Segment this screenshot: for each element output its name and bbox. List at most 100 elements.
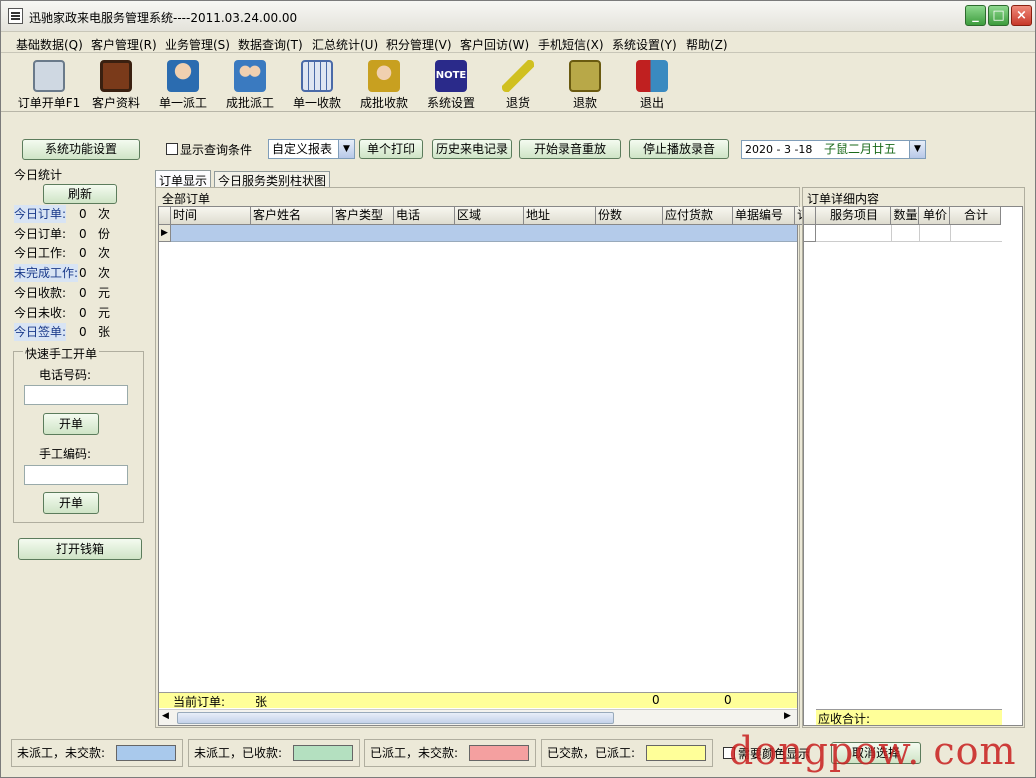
stat-label: 今日工作: <box>14 246 67 261</box>
open-order-button-phone[interactable]: 开单 <box>43 413 99 435</box>
code-input[interactable] <box>24 465 128 485</box>
tab-service-chart[interactable]: 今日服务类别柱状图 <box>214 171 330 188</box>
stat-unit: 次 <box>98 266 111 281</box>
chevron-down-icon: ▼ <box>338 140 354 158</box>
stat-row: 今日收款: 0 元 <box>14 284 144 302</box>
menu-query[interactable]: 数据查询(T) <box>238 36 303 53</box>
tool-label: 订单开单F1 <box>17 96 81 110</box>
column-header[interactable]: 份数 <box>596 207 663 225</box>
menu-settings[interactable]: 系统设置(Y) <box>612 36 677 53</box>
open-cashbox-button[interactable]: 打开钱箱 <box>18 538 142 560</box>
note-icon: NOTE <box>435 60 467 92</box>
start-replay-button[interactable]: 开始录音重放 <box>519 139 621 159</box>
menu-business[interactable]: 业务管理(S) <box>165 36 230 53</box>
menu-points[interactable]: 积分管理(V) <box>386 36 452 53</box>
report-select[interactable]: 自定义报表 ▼ <box>268 139 355 159</box>
current-orders-label: 当前订单: <box>173 695 226 709</box>
legend-item: 已派工，未交款: <box>364 739 536 767</box>
stat-row: 今日签单: 0 张 <box>14 323 144 342</box>
stat-label: 今日未收: <box>14 305 67 320</box>
column-header[interactable]: 单价 <box>919 207 950 225</box>
today-stats-title: 今日统计 <box>14 168 63 182</box>
tool-return-goods[interactable]: 退货 <box>483 58 553 110</box>
tool-batch-dispatch[interactable]: 成批派工 <box>215 58 285 110</box>
stat-unit: 次 <box>98 246 111 261</box>
phone-input[interactable] <box>24 385 128 405</box>
horizontal-scrollbar[interactable]: ◀ ▶ <box>159 709 797 725</box>
legend-color-swatch <box>293 745 353 761</box>
column-header[interactable]: 数量 <box>891 207 919 225</box>
orders-footer: 当前订单: 张 0 0 <box>159 692 797 709</box>
table-row[interactable] <box>816 225 1002 242</box>
stat-row: 今日订单: 0 份 <box>14 225 144 243</box>
column-header[interactable]: 时间 <box>171 207 251 225</box>
scroll-thumb[interactable] <box>177 712 614 724</box>
menu-basic-data[interactable]: 基础数据(Q) <box>16 36 83 53</box>
menu-bar: 基础数据(Q) 客户管理(R) 业务管理(S) 数据查询(T) 汇总统计(U) … <box>1 33 1035 53</box>
legend-label: 未派工，已收款: <box>194 746 283 760</box>
menu-customer[interactable]: 客户管理(R) <box>91 36 157 53</box>
scroll-left-icon[interactable]: ◀ <box>162 711 169 721</box>
menu-summary[interactable]: 汇总统计(U) <box>312 36 378 53</box>
open-order-button-code[interactable]: 开单 <box>43 492 99 514</box>
column-header[interactable]: 客户姓名 <box>251 207 333 225</box>
menu-help[interactable]: 帮助(Z) <box>686 36 728 53</box>
date-picker[interactable]: 2020 - 3 -18 子鼠二月廿五 ▼ <box>741 140 926 159</box>
column-header[interactable]: 服务项目 <box>816 207 891 225</box>
scroll-right-icon[interactable]: ▶ <box>784 711 791 721</box>
tool-customer-info[interactable]: 客户资料 <box>81 58 151 110</box>
legend-color-swatch <box>116 745 176 761</box>
legend-item: 未派工，已收款: <box>188 739 360 767</box>
orders-table[interactable]: 时间客户姓名客户类型电话区域地址份数应付货款单据编号订 ▶ 当前订单: 张 0 … <box>158 206 809 726</box>
column-header[interactable]: 单据编号 <box>733 207 795 225</box>
tool-single-collect[interactable]: 单一收款 <box>282 58 352 110</box>
history-call-button[interactable]: 历史来电记录 <box>432 139 512 159</box>
lunar-date: 子鼠二月廿五 <box>824 142 897 156</box>
tab-order-display[interactable]: 订单显示 <box>155 170 211 188</box>
stat-value: 0 <box>79 305 87 320</box>
column-header[interactable]: 电话 <box>394 207 455 225</box>
close-button[interactable]: × <box>1011 5 1032 26</box>
menu-followup[interactable]: 客户回访(W) <box>460 36 529 53</box>
title-bar: 迅驰家政来电服务管理系统----2011.03.24.00.00 _ □ × <box>1 1 1035 32</box>
window-title: 迅驰家政来电服务管理系统----2011.03.24.00.00 <box>29 11 298 25</box>
batch-collect-icon <box>368 60 400 92</box>
refresh-button[interactable]: 刷新 <box>43 184 117 204</box>
tool-system-settings[interactable]: NOTE 系统设置 <box>416 58 486 110</box>
table-row[interactable] <box>171 225 797 242</box>
stop-replay-button[interactable]: 停止播放录音 <box>629 139 729 159</box>
stat-unit: 份 <box>98 226 111 241</box>
chevron-down-icon: ▼ <box>909 141 925 158</box>
menu-sms[interactable]: 手机短信(X) <box>538 36 604 53</box>
tool-new-order[interactable]: 订单开单F1 <box>14 58 84 110</box>
stat-value: 0 <box>79 285 87 300</box>
app-icon <box>8 8 23 24</box>
column-header[interactable]: 地址 <box>524 207 596 225</box>
legend-item: 已交款，已派工: <box>541 739 713 767</box>
column-header[interactable]: 区域 <box>455 207 524 225</box>
column-header[interactable]: 合计 <box>950 207 1001 225</box>
show-query-checkbox[interactable] <box>166 143 178 155</box>
tool-label: 退货 <box>505 96 530 110</box>
tool-single-dispatch[interactable]: 单一派工 <box>148 58 218 110</box>
tool-batch-collect[interactable]: 成批收款 <box>349 58 419 110</box>
column-header[interactable]: 客户类型 <box>333 207 394 225</box>
print-button[interactable]: 单个打印 <box>359 139 423 159</box>
tool-refund[interactable]: 退款 <box>550 58 620 110</box>
stat-label: 今日订单: <box>14 226 67 241</box>
detail-table[interactable]: 服务项目 数量 单价 合计 应收合计: <box>803 206 1023 726</box>
stat-label: 今日订单: <box>14 205 67 223</box>
phone-label: 电话号码: <box>39 368 92 382</box>
tool-exit[interactable]: 退出 <box>617 58 687 110</box>
column-header[interactable]: 应付货款 <box>663 207 733 225</box>
maximize-button[interactable]: □ <box>988 5 1009 26</box>
orders-title: 全部订单 <box>162 192 211 206</box>
stat-label: 今日签单: <box>14 323 67 342</box>
detail-footer: 应收合计: <box>816 709 1002 726</box>
legend-label: 未派工，未交款: <box>17 746 106 760</box>
minimize-button[interactable]: _ <box>965 5 986 26</box>
app-window: 迅驰家政来电服务管理系统----2011.03.24.00.00 _ □ × 基… <box>0 0 1036 778</box>
system-function-button[interactable]: 系统功能设置 <box>22 139 140 160</box>
stat-value: 0 <box>79 226 87 241</box>
stat-unit: 次 <box>98 207 111 221</box>
